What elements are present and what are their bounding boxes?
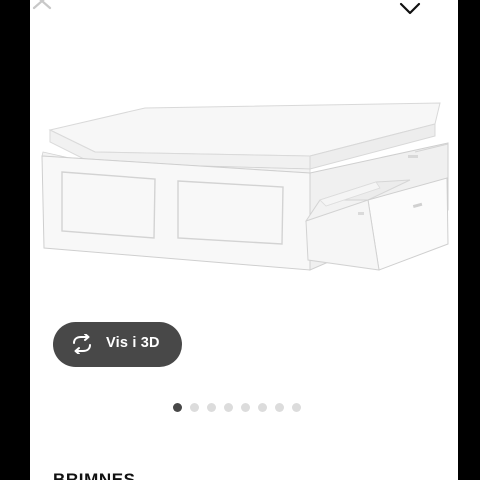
- pager-dot[interactable]: [207, 402, 216, 412]
- close-icon: [32, 0, 52, 10]
- pager-dot[interactable]: [258, 402, 267, 412]
- pager-dot[interactable]: [224, 402, 233, 412]
- product-image[interactable]: [30, 60, 458, 300]
- close-button[interactable]: [30, 0, 58, 16]
- collapse-button[interactable]: [398, 0, 428, 20]
- rotate-icon: [73, 334, 91, 354]
- pager-dot[interactable]: [292, 402, 301, 412]
- pager-dot[interactable]: [173, 402, 182, 412]
- view-3d-button[interactable]: Vis i 3D: [53, 322, 182, 367]
- pager-dot[interactable]: [190, 402, 199, 412]
- view-3d-label: Vis i 3D: [106, 335, 160, 351]
- pager-dot[interactable]: [275, 402, 284, 412]
- pager-dot[interactable]: [241, 402, 250, 412]
- product-screen: Vis i 3D BRIMNES: [30, 0, 458, 480]
- product-title: BRIMNES: [53, 470, 136, 480]
- chevron-down-icon: [399, 2, 421, 15]
- image-pager: [173, 401, 301, 413]
- bed-illustration: [41, 102, 449, 271]
